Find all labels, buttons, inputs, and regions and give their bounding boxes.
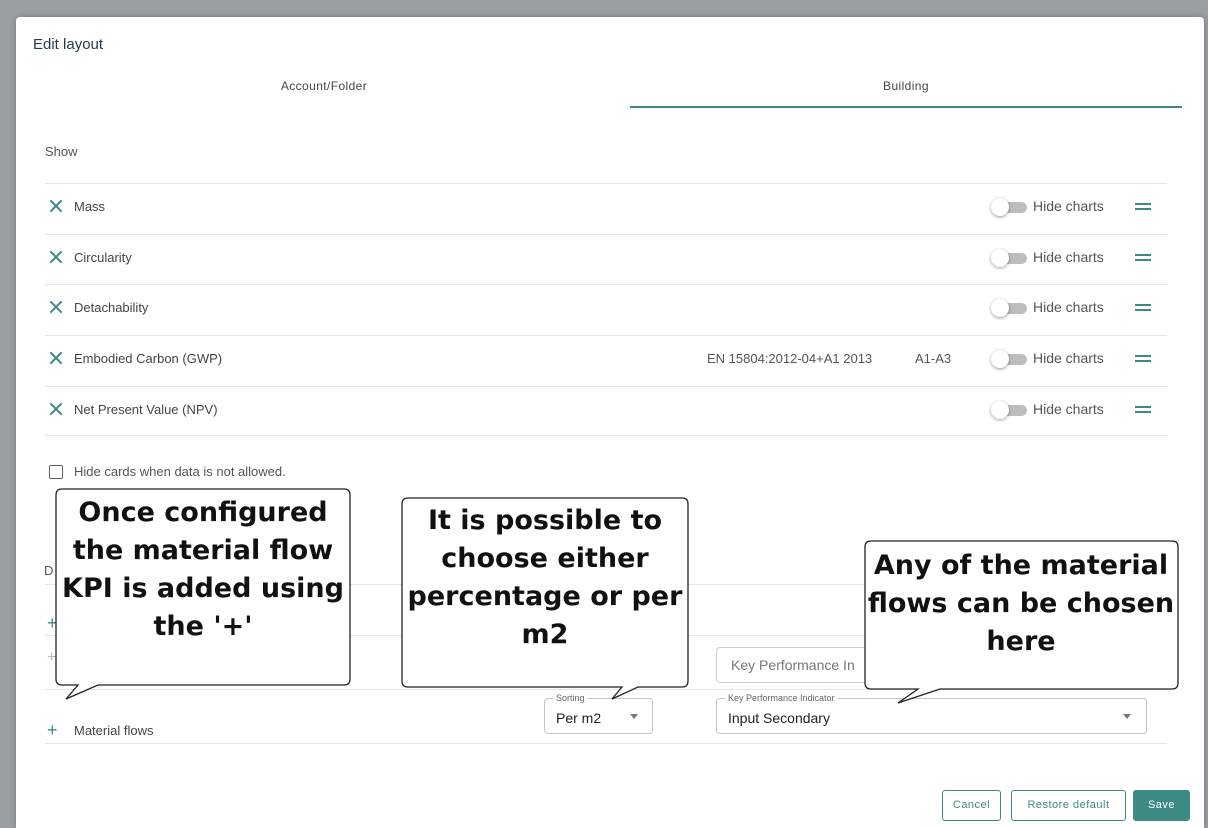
hide-charts-label: Hide charts	[1033, 249, 1104, 265]
add-icon[interactable]: +	[47, 613, 58, 634]
standard-label: EN 15804:2012-04+A1 2013	[707, 351, 873, 366]
chevron-down-icon[interactable]	[630, 714, 638, 719]
kpi-row-circularity: Circularity Hide charts	[45, 234, 1167, 284]
kpi-select-placeholder: Key Performance In	[731, 657, 855, 673]
callout-text-add: Once configured the material flow KPI is…	[62, 497, 344, 642]
hide-charts-toggle[interactable]	[991, 350, 1027, 368]
dialog-title: Edit layout	[33, 36, 104, 53]
drag-handle-icon[interactable]	[1135, 406, 1151, 413]
sorting-select[interactable]: Sorting Per m2	[544, 692, 653, 734]
kpi-label: Detachability	[74, 300, 149, 315]
active-tab-indicator	[630, 106, 1182, 108]
kpi-label: Mass	[74, 199, 106, 214]
save-button[interactable]: Save	[1133, 790, 1190, 821]
phase-label: A1-A3	[915, 351, 952, 366]
kpi-value: Input Secondary	[728, 710, 830, 726]
tab-account-folder[interactable]: Account/Folder	[46, 79, 602, 93]
remove-icon[interactable]	[49, 402, 63, 416]
edit-layout-dialog: Edit layout Account/Folder Building Show…	[16, 17, 1204, 828]
drag-handle-icon[interactable]	[1135, 355, 1151, 362]
kpi-row-detachability: Detachability Hide charts	[45, 284, 1167, 334]
drag-handle-icon[interactable]	[1135, 304, 1151, 311]
hide-charts-toggle[interactable]	[991, 249, 1027, 267]
kpi-row-npv: Net Present Value (NPV) Hide charts	[45, 386, 1167, 436]
kpi-row-mass: Mass Hide charts	[45, 183, 1167, 233]
add-material-flows-icon[interactable]: +	[47, 720, 58, 741]
remove-icon[interactable]	[49, 199, 63, 213]
sorting-value: Per m2	[556, 710, 602, 726]
kpi-select[interactable]: Key Performance Indicator Input Secondar…	[716, 692, 1147, 734]
drag-handle-icon[interactable]	[1135, 203, 1151, 210]
cancel-button[interactable]: Cancel	[942, 790, 1001, 821]
hide-charts-toggle[interactable]	[991, 299, 1027, 317]
divider	[45, 743, 1167, 744]
hide-cards-label: Hide cards when data is not allowed.	[74, 464, 286, 479]
kpi-row-embodied-carbon: Embodied Carbon (GWP) EN 15804:2012-04+A…	[45, 335, 1167, 385]
callout-text-kpi: Any of the material flows can be chosen …	[867, 550, 1175, 657]
hide-charts-label: Hide charts	[1033, 401, 1104, 417]
hide-charts-toggle[interactable]	[991, 198, 1027, 216]
sorting-legend: Sorting	[553, 692, 588, 704]
tab-building[interactable]: Building	[630, 79, 1182, 93]
chevron-down-icon[interactable]	[1123, 714, 1131, 719]
remove-icon[interactable]	[49, 351, 63, 365]
kpi-label: Circularity	[74, 250, 132, 265]
hide-charts-label: Hide charts	[1033, 299, 1104, 315]
callout-text-sorting: It is possible to choose either percenta…	[407, 505, 683, 650]
drag-handle-icon[interactable]	[1135, 254, 1151, 261]
hide-charts-toggle[interactable]	[991, 401, 1027, 419]
hide-cards-checkbox[interactable]	[49, 465, 63, 479]
kpi-label: Net Present Value (NPV)	[74, 402, 218, 417]
divider	[45, 689, 1167, 690]
show-section-heading: Show	[45, 144, 78, 159]
add-icon-partial[interactable]: +	[47, 649, 56, 667]
material-flows-label: Material flows	[74, 723, 154, 738]
kpi-legend: Key Performance Indicator	[725, 692, 838, 704]
kpi-label: Embodied Carbon (GWP)	[74, 351, 223, 366]
remove-icon[interactable]	[49, 300, 63, 314]
restore-default-button[interactable]: Restore default	[1011, 790, 1126, 821]
remove-icon[interactable]	[49, 250, 63, 264]
section-heading-partial: D	[44, 563, 54, 578]
hide-charts-label: Hide charts	[1033, 198, 1104, 214]
hide-charts-label: Hide charts	[1033, 350, 1104, 366]
